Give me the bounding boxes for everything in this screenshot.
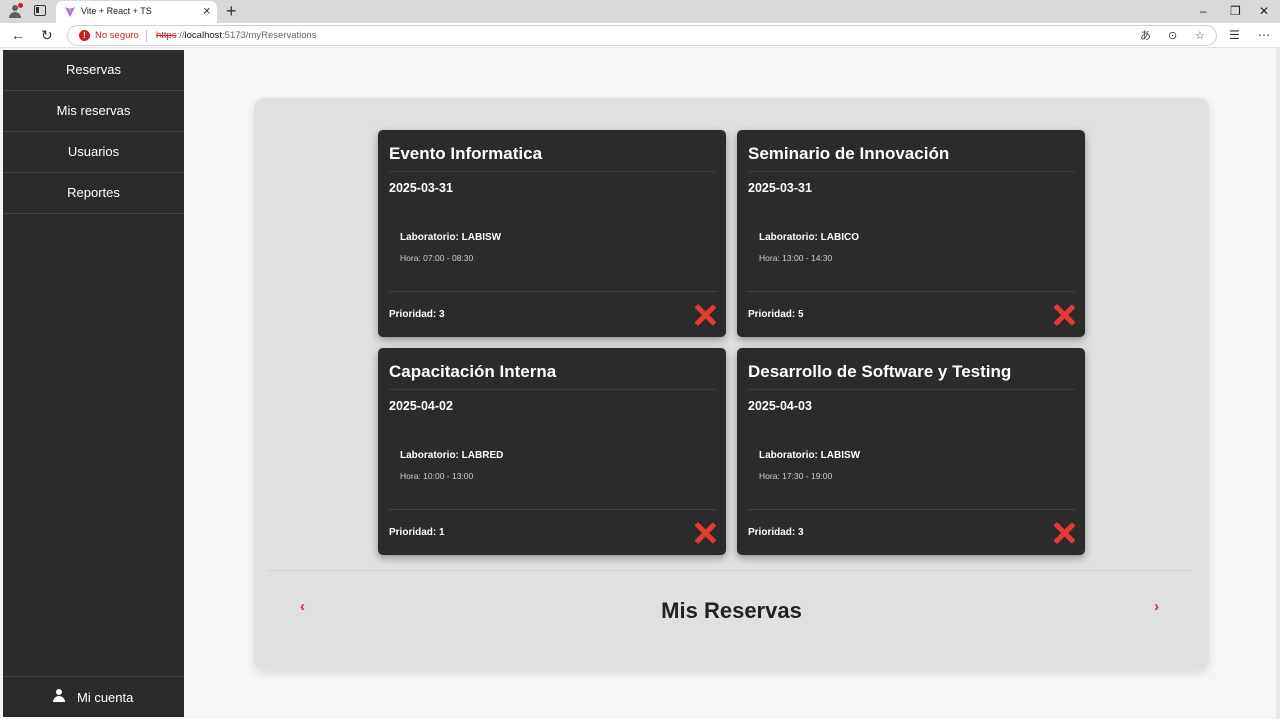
reservation-card: Evento Informatica 2025-03-31 Laboratori… (378, 130, 726, 337)
reservation-card: Desarrollo de Software y Testing 2025-04… (737, 348, 1085, 555)
card-time: Hora: 17:30 - 19:00 (759, 471, 833, 481)
card-priority: Prioridad: 5 (748, 309, 804, 320)
card-title: Capacitación Interna (389, 362, 557, 381)
url-text[interactable]: https://localhost:5173/myReservations (156, 30, 317, 41)
browser-titlebar: Vite + React + TS × + – ❐ ✕ (0, 0, 1280, 23)
card-title: Evento Informatica (389, 144, 543, 163)
divider (146, 30, 147, 42)
delete-icon[interactable] (1052, 521, 1076, 545)
sidebar-item-reportes[interactable]: Reportes (3, 173, 184, 214)
card-priority: Prioridad: 3 (748, 527, 804, 538)
card-lab: Laboratorio: LABICO (759, 232, 859, 243)
not-secure-icon[interactable]: ! (79, 30, 90, 41)
sidebar: Reservas Mis reservas Usuarios Reportes … (3, 50, 184, 717)
account-button[interactable]: Mi cuenta (3, 676, 184, 717)
card-time: Hora: 07:00 - 08:30 (400, 253, 474, 263)
address-bar[interactable]: ! No seguro https://localhost:5173/myRes… (67, 25, 1217, 46)
divider (269, 570, 1192, 571)
delete-icon[interactable] (693, 521, 717, 545)
sidebar-item-reservas[interactable]: Reservas (3, 50, 184, 91)
more-options-icon[interactable]: ⊙ (1168, 29, 1177, 43)
delete-icon[interactable] (693, 303, 717, 327)
reload-icon[interactable]: ↻ (41, 26, 53, 44)
card-title: Seminario de Innovación (748, 144, 950, 163)
browser-toolbar: ← ↻ ! No seguro https://localhost:5173/m… (0, 23, 1280, 48)
card-priority: Prioridad: 1 (389, 527, 445, 538)
favorites-icon[interactable]: ☰ (1229, 27, 1240, 43)
favorite-star-icon[interactable]: ☆ (1195, 29, 1205, 43)
card-date: 2025-03-31 (389, 181, 453, 195)
divider (748, 171, 1075, 172)
next-page-button[interactable]: › (1154, 599, 1159, 615)
reservation-card: Seminario de Innovación 2025-03-31 Labor… (737, 130, 1085, 337)
delete-icon[interactable] (1052, 303, 1076, 327)
sidebar-item-usuarios[interactable]: Usuarios (3, 132, 184, 173)
tab-actions-icon[interactable] (34, 5, 46, 16)
tab-title: Vite + React + TS (81, 6, 152, 16)
card-lab: Laboratorio: LABISW (400, 232, 502, 243)
card-lab: Laboratorio: LABRED (400, 450, 504, 461)
browser-tab[interactable]: Vite + React + TS × (56, 1, 217, 23)
translate-icon[interactable]: あ (1140, 29, 1151, 43)
card-date: 2025-04-02 (389, 399, 453, 413)
sidebar-item-mis-reservas[interactable]: Mis reservas (3, 91, 184, 132)
divider (389, 389, 716, 390)
user-icon (53, 689, 65, 703)
vite-logo-icon (65, 7, 75, 17)
card-date: 2025-04-03 (748, 399, 812, 413)
page-title: Mis Reservas (661, 598, 802, 623)
profile-icon[interactable] (8, 3, 23, 18)
divider (748, 509, 1075, 510)
divider (748, 291, 1075, 292)
tab-close-icon[interactable]: × (203, 4, 211, 18)
restore-icon[interactable]: ❐ (1230, 3, 1241, 19)
card-time: Hora: 13:00 - 14:30 (759, 253, 833, 263)
close-window-icon[interactable]: ✕ (1259, 3, 1269, 19)
minimize-icon[interactable]: – (1200, 3, 1207, 19)
account-label: Mi cuenta (77, 690, 134, 705)
divider (389, 509, 716, 510)
new-tab-icon[interactable]: + (226, 1, 237, 21)
scrollbar[interactable] (1276, 48, 1280, 719)
back-icon[interactable]: ← (11, 26, 25, 44)
card-time: Hora: 10:00 - 13:00 (400, 471, 474, 481)
card-priority: Prioridad: 3 (389, 309, 445, 320)
card-title: Desarrollo de Software y Testing (748, 362, 1012, 381)
reservations-panel: Evento Informatica 2025-03-31 Laboratori… (254, 98, 1209, 669)
reservation-card: Capacitación Interna 2025-04-02 Laborato… (378, 348, 726, 555)
card-lab: Laboratorio: LABISW (759, 450, 861, 461)
security-label[interactable]: No seguro (95, 30, 139, 41)
divider (389, 291, 716, 292)
divider (389, 171, 716, 172)
app-root: Reservas Mis reservas Usuarios Reportes … (0, 48, 1280, 719)
settings-menu-icon[interactable]: ⋯ (1258, 27, 1270, 43)
card-date: 2025-03-31 (748, 181, 812, 195)
divider (748, 389, 1075, 390)
